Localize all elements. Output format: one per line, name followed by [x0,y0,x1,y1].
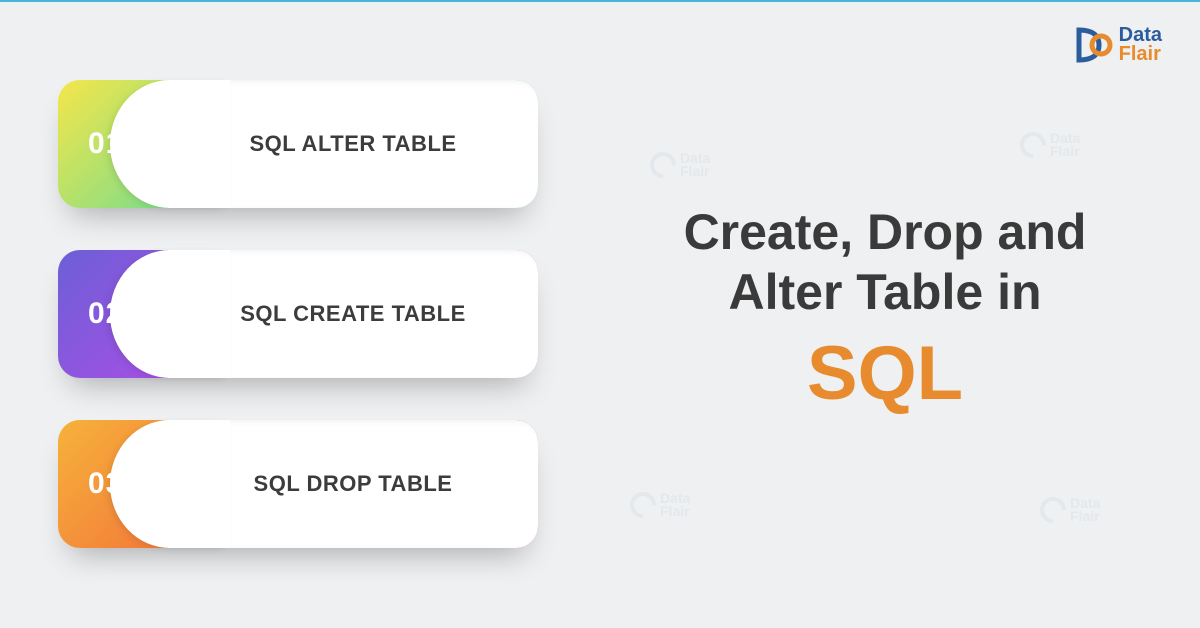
watermark-icon: DataFlair [1040,497,1100,523]
title-line1: Create, Drop and [630,202,1140,262]
cards-list: 01 SQL ALTER TABLE 02 SQL CREATE TABLE 0… [58,80,538,548]
title-line2: Alter Table in [630,262,1140,322]
card-alter-table: 01 SQL ALTER TABLE [58,80,538,208]
card-label: SQL CREATE TABLE [240,301,466,327]
page-title: Create, Drop and Alter Table in SQL [630,202,1140,417]
brand-logo-text: Data Flair [1119,26,1162,64]
watermark-icon: DataFlair [630,492,690,518]
brand-logo: Data Flair [1071,24,1162,66]
watermark-icon: DataFlair [1020,132,1080,158]
brand-logo-icon [1071,24,1113,66]
card-label: SQL ALTER TABLE [249,131,456,157]
card-number: 03 [88,467,123,501]
card-create-table: 02 SQL CREATE TABLE [58,250,538,378]
card-drop-table: 03 SQL DROP TABLE [58,420,538,548]
card-number: 01 [88,127,123,161]
card-number: 02 [88,297,123,331]
title-accent: SQL [630,330,1140,417]
watermark-icon: DataFlair [650,152,710,178]
card-label: SQL DROP TABLE [254,471,453,497]
logo-text-line2: Flair [1119,45,1162,64]
